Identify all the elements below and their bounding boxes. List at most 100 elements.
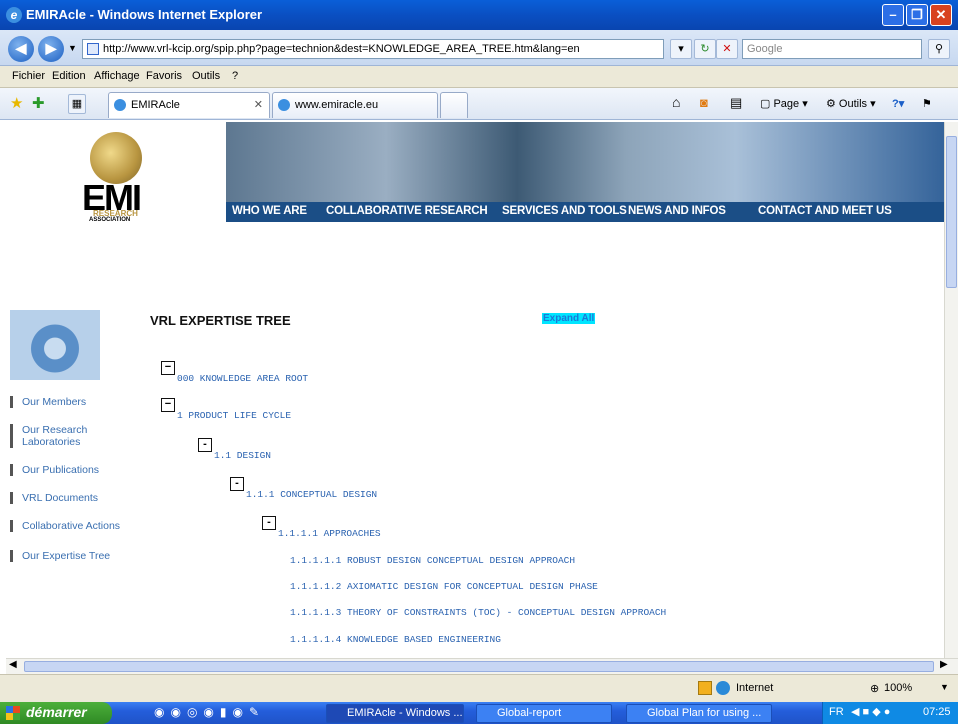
status-bar: Internet ⊕ 100% ▼ bbox=[0, 674, 958, 702]
page-title: VRL EXPERTISE TREE bbox=[150, 313, 291, 328]
sidebar-item-expertise-tree[interactable]: Our Expertise Tree bbox=[10, 550, 110, 562]
tree-leaf[interactable]: 1.1.1.1.3 THEORY OF CONSTRAINTS (TOC) - … bbox=[290, 607, 666, 618]
tree-node[interactable]: 000 KNOWLEDGE AREA ROOT bbox=[177, 373, 308, 384]
page-viewport: EMI RESEARCH ASSOCIATION WHO WE ARE COLL… bbox=[6, 122, 944, 658]
windows-logo-icon bbox=[6, 706, 20, 720]
quick-launch-icons[interactable]: ◉◉◎◉▮◉✎ bbox=[154, 705, 265, 719]
expand-all-link[interactable]: Expand All bbox=[542, 313, 596, 324]
research-icon[interactable]: ⚑ bbox=[922, 97, 932, 110]
address-url-text: http://www.vrl-kcip.org/spip.php?page=te… bbox=[103, 43, 580, 55]
favorites-star-icon[interactable]: ★ bbox=[10, 94, 23, 112]
protected-mode-icon bbox=[698, 681, 712, 695]
tab-emiracle[interactable]: EMIRAcle ✕ bbox=[108, 92, 270, 118]
page-menu-button[interactable]: ▢ Page ▾ bbox=[760, 97, 808, 110]
menu-bar: Fichier Edition Affichage Favoris Outils… bbox=[0, 66, 958, 88]
tree-leaf[interactable]: 1.1.1.1.2 AXIOMATIC DESIGN FOR CONCEPTUA… bbox=[290, 581, 598, 592]
menu-outils[interactable]: Outils bbox=[192, 70, 220, 82]
zoom-level[interactable]: 100% bbox=[884, 682, 912, 694]
tree-node[interactable]: 1.1.1 CONCEPTUAL DESIGN bbox=[246, 489, 377, 500]
tree-toggle-root[interactable]: − bbox=[161, 361, 175, 375]
taskbar-item-global-plan[interactable]: Global Plan for using ... bbox=[626, 704, 772, 723]
address-input[interactable]: http://www.vrl-kcip.org/spip.php?page=te… bbox=[82, 39, 664, 59]
tree-toggle-design[interactable]: - bbox=[198, 438, 212, 452]
nav-collaborative-research[interactable]: COLLABORATIVE RESEARCH bbox=[326, 205, 488, 217]
taskbar-item-global-report[interactable]: Global-report bbox=[476, 704, 612, 723]
address-toolbar: ◀ ▶ ▼ http://www.vrl-kcip.org/spip.php?p… bbox=[0, 30, 958, 66]
refresh-button[interactable]: ↻ bbox=[694, 39, 716, 59]
tree-toggle-approaches[interactable]: - bbox=[262, 516, 276, 530]
stop-button[interactable]: ✕ bbox=[716, 39, 738, 59]
nav-contact-and-meet-us[interactable]: CONTACT AND MEET US bbox=[758, 205, 892, 217]
tree-toggle-product-life-cycle[interactable]: − bbox=[161, 398, 175, 412]
scroll-left-icon[interactable]: ◀ bbox=[9, 659, 17, 670]
back-button[interactable]: ◀ bbox=[8, 36, 34, 62]
tree-node[interactable]: 1.1.1.1 APPROACHES bbox=[278, 528, 381, 539]
emi-logo-subtitle-2: ASSOCIATION bbox=[89, 217, 131, 223]
tray-icons[interactable]: ◀ ■ ◆ ● bbox=[851, 705, 890, 718]
add-favorite-icon[interactable]: ✚ bbox=[32, 94, 45, 112]
home-icon[interactable]: ⌂ bbox=[672, 94, 680, 110]
sidebar-item-research-labs[interactable]: Our Research Laboratories bbox=[10, 424, 100, 448]
zoom-dropdown-icon[interactable]: ▼ bbox=[940, 682, 949, 692]
search-input[interactable]: Google bbox=[742, 39, 922, 59]
tree-node[interactable]: 1.1 DESIGN bbox=[214, 450, 271, 461]
tab-bar: ★ ✚ ▦ EMIRAcle ✕ www.emiracle.eu ⌂ ◙ ▤ ▢… bbox=[0, 88, 958, 120]
window-titlebar[interactable]: e EMIRAcle - Windows Internet Explorer –… bbox=[0, 0, 958, 30]
tab-emiracle-eu[interactable]: www.emiracle.eu bbox=[272, 92, 438, 118]
scroll-right-icon[interactable]: ▶ bbox=[940, 659, 948, 670]
nav-who-we-are[interactable]: WHO WE ARE bbox=[232, 205, 307, 217]
new-tab-button[interactable] bbox=[440, 92, 468, 118]
maximize-button[interactable]: ❐ bbox=[906, 4, 928, 26]
zoom-icon[interactable]: ⊕ bbox=[870, 682, 879, 695]
menu-help[interactable]: ? bbox=[232, 70, 238, 82]
ie-logo-icon: e bbox=[6, 7, 22, 23]
sidebar-item-publications[interactable]: Our Publications bbox=[10, 464, 99, 476]
sidebar-item-members[interactable]: Our Members bbox=[10, 396, 86, 408]
vertical-scroll-thumb[interactable] bbox=[946, 136, 957, 288]
nav-services-and-tools[interactable]: SERVICES AND TOOLS bbox=[502, 205, 627, 217]
menu-favoris[interactable]: Favoris bbox=[146, 70, 182, 82]
window-title: EMIRAcle - Windows Internet Explorer bbox=[26, 7, 263, 22]
close-button[interactable]: ✕ bbox=[930, 4, 952, 26]
page-icon bbox=[87, 43, 99, 55]
help-icon[interactable]: ?▾ bbox=[892, 97, 904, 110]
tree-leaf[interactable]: 1.1.1.1.4 KNOWLEDGE BASED ENGINEERING bbox=[290, 634, 501, 645]
menu-fichier[interactable]: Fichier bbox=[12, 70, 45, 82]
nav-news-and-infos[interactable]: NEWS AND INFOS bbox=[628, 205, 726, 217]
start-button[interactable]: démarrer bbox=[0, 702, 112, 724]
page-menu-label: Page bbox=[773, 98, 800, 110]
ie-page-icon bbox=[114, 99, 126, 111]
taskbar: démarrer ◉◉◎◉▮◉✎ EMIRAcle - Windows ... … bbox=[0, 702, 958, 724]
tab-close-icon[interactable]: ✕ bbox=[254, 93, 263, 117]
site-nav: WHO WE ARE COLLABORATIVE RESEARCH SERVIC… bbox=[226, 202, 944, 222]
start-label: démarrer bbox=[26, 704, 87, 720]
history-dropdown-icon[interactable]: ▼ bbox=[68, 43, 77, 53]
taskbar-item-emiracle[interactable]: EMIRAcle - Windows ... bbox=[326, 704, 464, 723]
tools-menu-button[interactable]: ⚙ Outils ▾ bbox=[826, 97, 876, 110]
system-tray: FR ◀ ■ ◆ ● 07:25 bbox=[822, 702, 958, 724]
address-dropdown-button[interactable]: ▾ bbox=[670, 39, 692, 59]
search-icon[interactable]: ⚲ bbox=[928, 39, 950, 59]
sidebar-item-collaborative-actions[interactable]: Collaborative Actions bbox=[10, 520, 120, 532]
minimize-button[interactable]: – bbox=[882, 4, 904, 26]
feeds-icon[interactable]: ◙ bbox=[700, 95, 708, 110]
sidebar-compass-image bbox=[10, 310, 100, 380]
tab-emiracle-label: EMIRAcle bbox=[131, 99, 180, 111]
menu-affichage[interactable]: Affichage bbox=[94, 70, 140, 82]
horizontal-scroll-thumb[interactable] bbox=[24, 661, 934, 672]
quick-tabs-icon[interactable]: ▦ bbox=[68, 94, 86, 114]
tree-node[interactable]: 1 PRODUCT LIFE CYCLE bbox=[177, 410, 291, 421]
language-indicator[interactable]: FR bbox=[829, 706, 844, 718]
horizontal-scrollbar[interactable]: ◀ ▶ bbox=[6, 658, 958, 674]
vertical-scrollbar[interactable] bbox=[944, 122, 958, 658]
forward-button[interactable]: ▶ bbox=[38, 36, 64, 62]
menu-edition[interactable]: Edition bbox=[52, 70, 86, 82]
sidebar-item-vrl-documents[interactable]: VRL Documents bbox=[10, 492, 98, 504]
clock[interactable]: 07:25 bbox=[923, 706, 951, 718]
tree-leaf[interactable]: 1.1.1.1.1 ROBUST DESIGN CONCEPTUAL DESIG… bbox=[290, 555, 575, 566]
tab-emiracle-eu-label: www.emiracle.eu bbox=[295, 99, 379, 111]
tree-toggle-conceptual-design[interactable]: - bbox=[230, 477, 244, 491]
security-zone-label: Internet bbox=[736, 682, 774, 694]
internet-zone-icon bbox=[716, 681, 730, 695]
print-icon[interactable]: ▤ bbox=[730, 95, 742, 111]
